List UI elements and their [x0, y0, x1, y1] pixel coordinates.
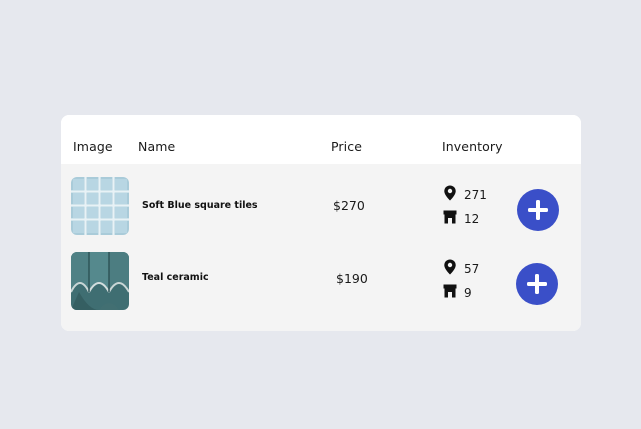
product-name: Teal ceramic	[142, 272, 209, 283]
header-name: Name	[138, 139, 176, 154]
inventory-table-card: Image Name Price Inventory Soft Blue squ…	[61, 115, 581, 331]
store-stock: 12	[443, 209, 480, 226]
product-price: $270	[333, 198, 365, 213]
store-quantity: 12	[464, 212, 480, 226]
plus-icon	[527, 274, 547, 294]
map-pin-icon	[443, 185, 457, 201]
header-inventory: Inventory	[442, 139, 503, 154]
blue-square-tiles-thumbnail	[71, 177, 129, 235]
plus-icon	[528, 200, 548, 220]
store-quantity: 9	[464, 286, 472, 300]
store-icon	[443, 283, 457, 299]
table-row[interactable]: Teal ceramic $190 57 9	[61, 238, 581, 310]
teal-ceramic-thumbnail	[71, 252, 129, 310]
map-pin-icon	[443, 259, 457, 275]
table-body: Soft Blue square tiles $270 271 12 Teal …	[61, 164, 581, 331]
product-name: Soft Blue square tiles	[142, 200, 258, 211]
store-icon	[443, 209, 457, 225]
add-button[interactable]	[516, 263, 558, 305]
table-row[interactable]: Soft Blue square tiles $270 271 12	[61, 164, 581, 235]
add-button[interactable]	[517, 189, 559, 231]
location-quantity: 271	[464, 188, 487, 202]
header-image: Image	[73, 139, 113, 154]
table-header: Image Name Price Inventory	[61, 115, 581, 164]
product-price: $190	[336, 271, 368, 286]
location-quantity: 57	[464, 262, 480, 276]
location-stock: 57	[443, 259, 480, 276]
location-stock: 271	[443, 185, 487, 202]
header-price: Price	[331, 139, 362, 154]
store-stock: 9	[443, 283, 472, 300]
